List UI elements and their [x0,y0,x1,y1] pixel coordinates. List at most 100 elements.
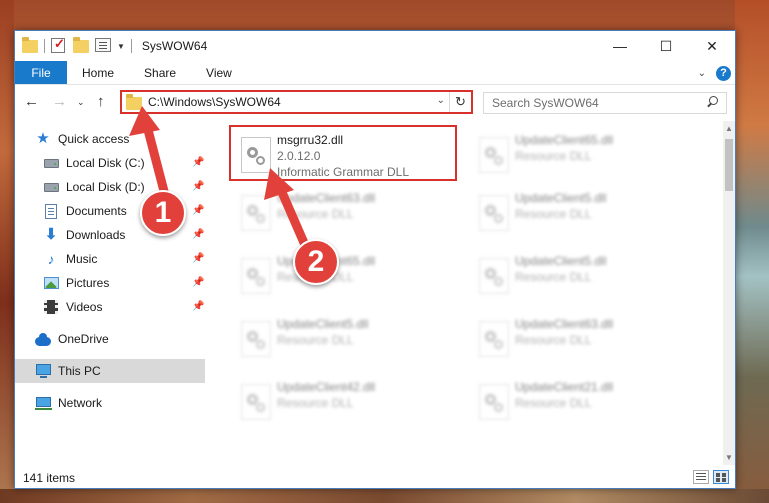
music-icon: ♪ [47,251,55,267]
disk-icon [43,179,59,195]
forward-arrow-icon[interactable]: → [52,93,67,110]
help-icon[interactable]: ? [716,65,731,81]
sidebar-item-label: Quick access [58,132,130,146]
properties-check-icon[interactable] [51,36,67,54]
sidebar-item-local-disk-c[interactable]: Local Disk (C:) 📌 [15,151,205,175]
up-arrow-icon[interactable]: ↑ [97,93,105,110]
title-bar: ▼ SysWOW64 — ☐ ✕ [15,31,735,61]
sidebar-item-music[interactable]: ♪ Music 📌 [15,247,205,271]
pin-icon[interactable]: 📌 [192,301,204,312]
file-description: Resource DLL [515,333,592,347]
desktop-background-left [0,0,14,503]
sidebar-item-label: Downloads [66,228,126,242]
dll-file-icon [479,321,509,357]
file-name: UpdateClient5.dll [277,317,369,331]
minimize-button[interactable]: — [597,31,643,61]
back-arrow-icon[interactable]: ← [24,93,39,110]
refresh-icon[interactable]: ↻ [449,92,471,112]
sidebar-item-videos[interactable]: Videos 📌 [15,295,205,319]
vertical-scrollbar[interactable]: ▲ ▼ [723,121,735,465]
maximize-button[interactable]: ☐ [643,31,689,61]
tab-view[interactable]: View [191,61,247,84]
file-name: UpdateClient42.dll [277,380,376,394]
properties-icon[interactable] [95,38,111,54]
dll-file-icon [241,258,271,294]
ribbon-right-controls: ⌄ ? [698,61,731,85]
file-tile[interactable]: UpdateClient42.dll Resource DLL [231,374,459,430]
pin-icon[interactable]: 📌 [192,253,204,264]
sidebar-item-label: Local Disk (D:) [66,180,145,194]
expand-ribbon-chevron-icon[interactable]: ⌄ [698,68,706,79]
file-list: msgrru32.dll 2.0.12.0 Informatic Grammar… [207,121,723,465]
address-dropdown-icon[interactable]: ⌄ [437,95,445,106]
recent-locations-chevron-icon[interactable]: ⌄ [77,97,85,108]
file-description: Resource DLL [277,396,354,410]
file-tile[interactable]: UpdateClient5.dll Resource DLL [469,248,697,304]
sidebar-item-pictures[interactable]: Pictures 📌 [15,271,205,295]
pin-icon[interactable]: 📌 [192,229,204,240]
sidebar-item-quick-access[interactable]: ★ Quick access [15,127,205,151]
file-tile-msgrru32[interactable]: msgrru32.dll 2.0.12.0 Informatic Grammar… [229,125,457,181]
file-explorer-window: ▼ SysWOW64 — ☐ ✕ File Home Share View ⌄ … [14,30,736,489]
onedrive-icon [35,331,51,347]
search-input[interactable] [492,96,697,110]
file-description: Resource DLL [515,207,592,221]
pin-icon[interactable]: 📌 [192,157,204,168]
address-bar[interactable]: C:\Windows\SysWOW64 ⌄ ↻ [120,90,473,114]
sidebar-item-label: Music [66,252,98,266]
file-tile[interactable]: UpdateClient65.dll Resource DLL [469,127,697,183]
file-name: UpdateClient63.dll [515,317,614,331]
address-path[interactable]: C:\Windows\SysWOW64 [148,95,281,109]
toolbar-separator [130,39,132,53]
navigation-pane: ★ Quick access Local Disk (C:) 📌 Local D… [15,121,205,465]
file-tile[interactable]: UpdateClient65.dll Resource DLL [231,248,459,304]
sidebar-item-label: Videos [66,300,103,314]
dll-file-icon [241,137,271,173]
close-button[interactable]: ✕ [689,31,735,61]
sidebar-item-label: Local Disk (C:) [66,156,145,170]
sidebar-item-onedrive[interactable]: OneDrive [15,327,205,351]
dll-file-icon [479,137,509,173]
sidebar-item-label: This PC [58,364,101,378]
sidebar-item-network[interactable]: Network [15,391,205,415]
search-icon[interactable] [706,96,718,108]
file-name: msgrru32.dll [277,133,344,147]
scroll-up-icon[interactable]: ▲ [725,124,733,133]
file-version: 2.0.12.0 [277,149,321,163]
sidebar-item-label: OneDrive [58,332,109,346]
navigation-bar: ← → ⌄ ↑ C:\Windows\SysWOW64 ⌄ ↻ [15,86,735,119]
pin-icon[interactable]: 📌 [192,181,204,192]
dll-file-icon [479,384,509,420]
details-view-icon[interactable] [693,470,709,484]
tab-home[interactable]: Home [67,61,129,84]
scroll-down-icon[interactable]: ▼ [725,453,733,462]
scrollbar-thumb[interactable] [725,139,733,191]
file-name: UpdateClient65.dll [515,133,614,147]
dll-file-icon [479,258,509,294]
dll-file-icon [479,195,509,231]
file-name: UpdateClient5.dll [515,254,607,268]
search-box[interactable] [483,92,727,114]
new-folder-icon[interactable] [73,37,89,54]
pictures-icon [43,275,59,291]
documents-icon [43,203,59,219]
file-tile[interactable]: UpdateClient21.dll Resource DLL [469,374,697,430]
tiles-view-icon[interactable] [713,470,729,484]
pin-icon[interactable]: 📌 [192,205,204,216]
file-tile[interactable]: UpdateClient63.dll Resource DLL [231,185,459,241]
file-tile[interactable]: UpdateClient5.dll Resource DLL [231,311,459,367]
window-controls: — ☐ ✕ [597,31,735,61]
videos-icon [43,299,59,315]
downloads-icon: ⬇ [44,226,58,243]
file-tile[interactable]: UpdateClient5.dll Resource DLL [469,185,697,241]
sidebar-item-label: Network [58,396,103,410]
star-icon: ★ [36,130,50,147]
file-description: Informatic Grammar DLL [277,165,410,179]
tab-share[interactable]: Share [129,61,191,84]
file-tile[interactable]: UpdateClient63.dll Resource DLL [469,311,697,367]
window-title: SysWOW64 [141,39,208,53]
sidebar-item-this-pc[interactable]: This PC [15,359,205,383]
pin-icon[interactable]: 📌 [192,277,204,288]
tab-file[interactable]: File [15,61,67,84]
customize-toolbar-arrow-icon[interactable]: ▼ [117,42,125,51]
